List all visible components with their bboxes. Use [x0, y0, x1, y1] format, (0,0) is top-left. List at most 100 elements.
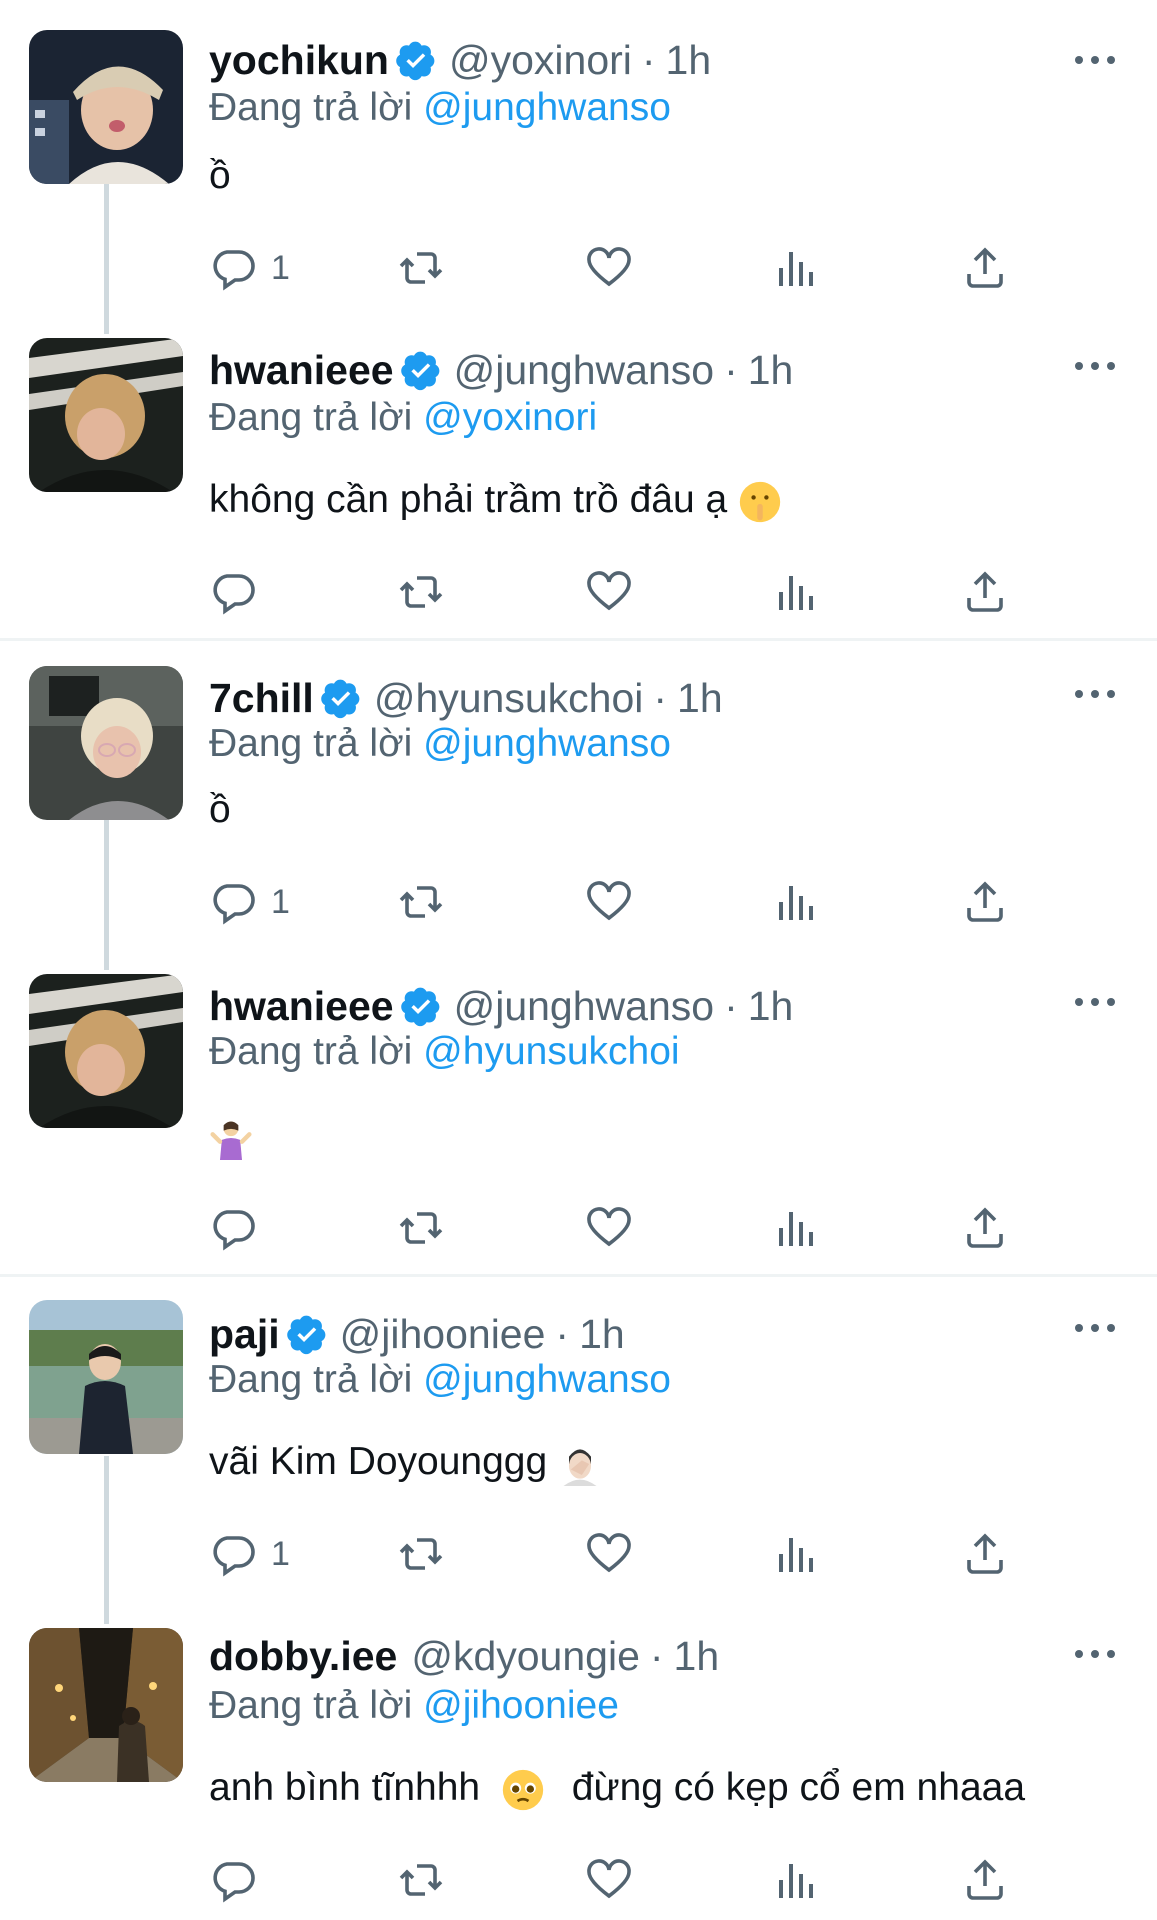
share-button[interactable] — [961, 1852, 1009, 1908]
reply-mention[interactable]: @yoxinori — [423, 396, 597, 439]
retweet-button[interactable] — [397, 564, 445, 620]
heart-icon — [587, 881, 631, 921]
retweet-button[interactable] — [397, 1526, 445, 1582]
more-icon[interactable] — [1075, 992, 1115, 1012]
timestamp[interactable]: 1h — [579, 1310, 625, 1358]
reply-button[interactable]: 1 — [209, 874, 290, 930]
display-name[interactable]: yochikun — [209, 36, 389, 84]
timestamp[interactable]: 1h — [748, 982, 794, 1030]
reply-button[interactable]: 1 — [209, 240, 290, 296]
views-button[interactable] — [773, 564, 821, 620]
tweet-text: anh bình tĩnhhh — [209, 1766, 481, 1809]
display-name[interactable]: dobby.iee — [209, 1632, 397, 1680]
reply-mention[interactable]: @junghwanso — [423, 86, 671, 129]
reply-icon — [213, 574, 255, 615]
reply-icon — [213, 884, 255, 925]
retweet-button[interactable] — [397, 1200, 445, 1256]
like-button[interactable] — [585, 1200, 633, 1256]
share-button[interactable] — [961, 240, 1009, 296]
retweet-button[interactable] — [397, 1852, 445, 1908]
action-bar: 1 — [209, 874, 1059, 930]
avatar[interactable] — [29, 1628, 183, 1782]
handle[interactable]: @yoxinori — [449, 36, 632, 84]
heart-icon — [587, 247, 631, 287]
views-button[interactable] — [773, 240, 821, 296]
reply-icon — [213, 1862, 255, 1903]
replying-to: Đang trả lời @junghwanso — [209, 1356, 671, 1404]
reply-icon — [213, 1210, 255, 1251]
timestamp[interactable]: 1h — [748, 346, 794, 394]
views-button[interactable] — [773, 1200, 821, 1256]
handle[interactable]: @hyunsukchoi — [374, 674, 644, 722]
more-icon[interactable] — [1075, 684, 1115, 704]
reply-mention[interactable]: @junghwanso — [423, 1358, 671, 1401]
tweet-text-row: anh bình tĩnhhh đừng có kẹp cổ em nhaaa — [209, 1762, 1025, 1814]
retweet-button[interactable] — [397, 874, 445, 930]
reply-mention[interactable]: @jihooniee — [423, 1684, 619, 1727]
share-button[interactable] — [961, 1200, 1009, 1256]
more-icon[interactable] — [1075, 50, 1115, 70]
verified-badge-icon — [400, 987, 439, 1027]
more-icon[interactable] — [1075, 1644, 1115, 1664]
reply-button[interactable] — [209, 564, 257, 620]
display-name[interactable]: hwanieee — [209, 346, 394, 394]
tweet-text: vãi Kim Doyounggg — [209, 1440, 548, 1483]
separator-dot: · — [555, 1311, 570, 1357]
reply-button[interactable]: 1 — [209, 1526, 290, 1582]
timestamp[interactable]: 1h — [674, 1632, 720, 1680]
like-button[interactable] — [585, 564, 633, 620]
divider — [0, 1274, 1157, 1277]
timestamp[interactable]: 1h — [666, 36, 712, 84]
reply-prefix: Đang trả lời — [209, 86, 413, 129]
reply-prefix: Đang trả lời — [209, 722, 413, 765]
reply-button[interactable] — [209, 1200, 257, 1256]
tweet-text-row — [209, 1110, 253, 1162]
tweet-text: ồ — [209, 154, 231, 197]
like-button[interactable] — [585, 1526, 633, 1582]
display-name[interactable]: hwanieee — [209, 982, 394, 1030]
tweet-header: dobby.iee @kdyoungie · 1h — [209, 1632, 719, 1680]
tweet-text-continued: đừng có kẹp cổ em nhaaa — [571, 1766, 1026, 1809]
share-icon — [967, 1533, 1003, 1574]
separator-dot: · — [724, 983, 738, 1029]
replying-to: Đang trả lời @jihooniee — [209, 1682, 619, 1730]
handle[interactable]: @jihooniee — [340, 1310, 546, 1358]
action-bar — [209, 1852, 1059, 1908]
share-icon — [967, 1859, 1003, 1900]
display-name[interactable]: paji — [209, 1310, 280, 1358]
reply-mention[interactable]: @junghwanso — [423, 722, 671, 765]
action-bar — [209, 564, 1059, 620]
action-bar: 1 — [209, 240, 1059, 296]
more-icon[interactable] — [1075, 1318, 1115, 1338]
avatar[interactable] — [29, 666, 183, 820]
avatar[interactable] — [29, 30, 183, 184]
like-button[interactable] — [585, 240, 633, 296]
share-button[interactable] — [961, 564, 1009, 620]
thread-line — [104, 1456, 109, 1624]
views-button[interactable] — [773, 1526, 821, 1582]
retweet-button[interactable] — [397, 240, 445, 296]
avatar[interactable] — [29, 338, 183, 492]
share-button[interactable] — [961, 1526, 1009, 1582]
handle[interactable]: @kdyoungie — [411, 1632, 640, 1680]
like-button[interactable] — [585, 874, 633, 930]
views-button[interactable] — [773, 1852, 821, 1908]
timestamp[interactable]: 1h — [677, 674, 723, 722]
divider — [0, 638, 1157, 641]
replying-to: Đang trả lời @yoxinori — [209, 394, 597, 442]
reply-mention[interactable]: @hyunsukchoi — [423, 1030, 679, 1073]
handle[interactable]: @junghwanso — [454, 982, 714, 1030]
heart-icon — [587, 1533, 631, 1573]
reply-button[interactable] — [209, 1852, 257, 1908]
replying-to: Đang trả lời @junghwanso — [209, 84, 671, 132]
avatar[interactable] — [29, 974, 183, 1128]
tweet-header: hwanieee @junghwanso · 1h — [209, 982, 793, 1030]
share-button[interactable] — [961, 874, 1009, 930]
more-icon[interactable] — [1075, 356, 1115, 376]
display-name[interactable]: 7chill — [209, 674, 314, 722]
action-bar — [209, 1200, 1059, 1256]
handle[interactable]: @junghwanso — [454, 346, 714, 394]
like-button[interactable] — [585, 1852, 633, 1908]
views-button[interactable] — [773, 874, 821, 930]
avatar[interactable] — [29, 1300, 183, 1454]
